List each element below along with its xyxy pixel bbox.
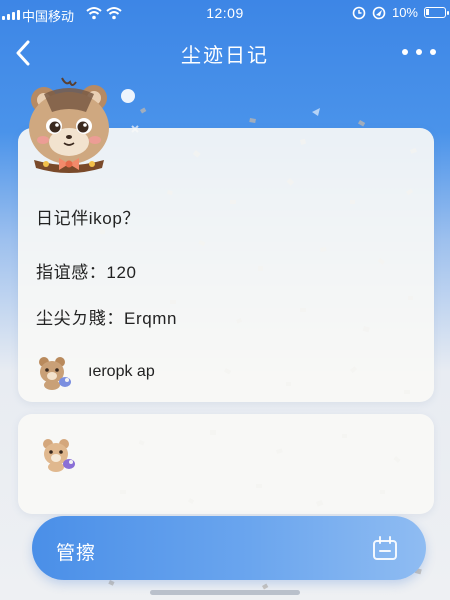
battery-icon xyxy=(424,7,449,18)
companion-name: ıeropk ap xyxy=(88,363,155,380)
companion-row[interactable]: ıeropk ap xyxy=(34,350,155,394)
bear-avatar-icon xyxy=(43,439,75,472)
more-dot xyxy=(430,49,436,55)
home-indicator xyxy=(150,590,300,595)
calendar-box-icon xyxy=(373,536,397,560)
more-dot xyxy=(402,49,408,55)
bear-mascot-icon xyxy=(29,77,109,173)
info-row-score: 指谊感：120 xyxy=(36,263,137,282)
bear-avatar-icon xyxy=(39,357,71,390)
status-right-group: 10% xyxy=(352,5,449,20)
info-row-question: 日记伴ikop？ xyxy=(36,209,140,228)
manage-button-label: 管擦 xyxy=(56,543,97,564)
secondary-card xyxy=(18,414,434,514)
app-screen: 中国移动 12:09 10% 尘迹日记 日记伴ikop？ 指谊感：120 尘尖ㄉ… xyxy=(0,0,450,600)
more-dot xyxy=(416,49,422,55)
nav-bar: 尘迹日记 xyxy=(0,30,450,74)
alarm-icon xyxy=(352,6,366,19)
info-row-name: 尘尖ㄉ賤：Erqmn xyxy=(36,309,178,328)
location-icon xyxy=(372,6,386,19)
battery-label: 10% xyxy=(391,5,418,20)
status-bar: 中国移动 12:09 10% xyxy=(0,0,450,26)
page-title: 尘迹日记 xyxy=(181,45,269,67)
more-button[interactable] xyxy=(402,40,436,64)
manage-button[interactable]: 管擦 xyxy=(32,516,426,580)
